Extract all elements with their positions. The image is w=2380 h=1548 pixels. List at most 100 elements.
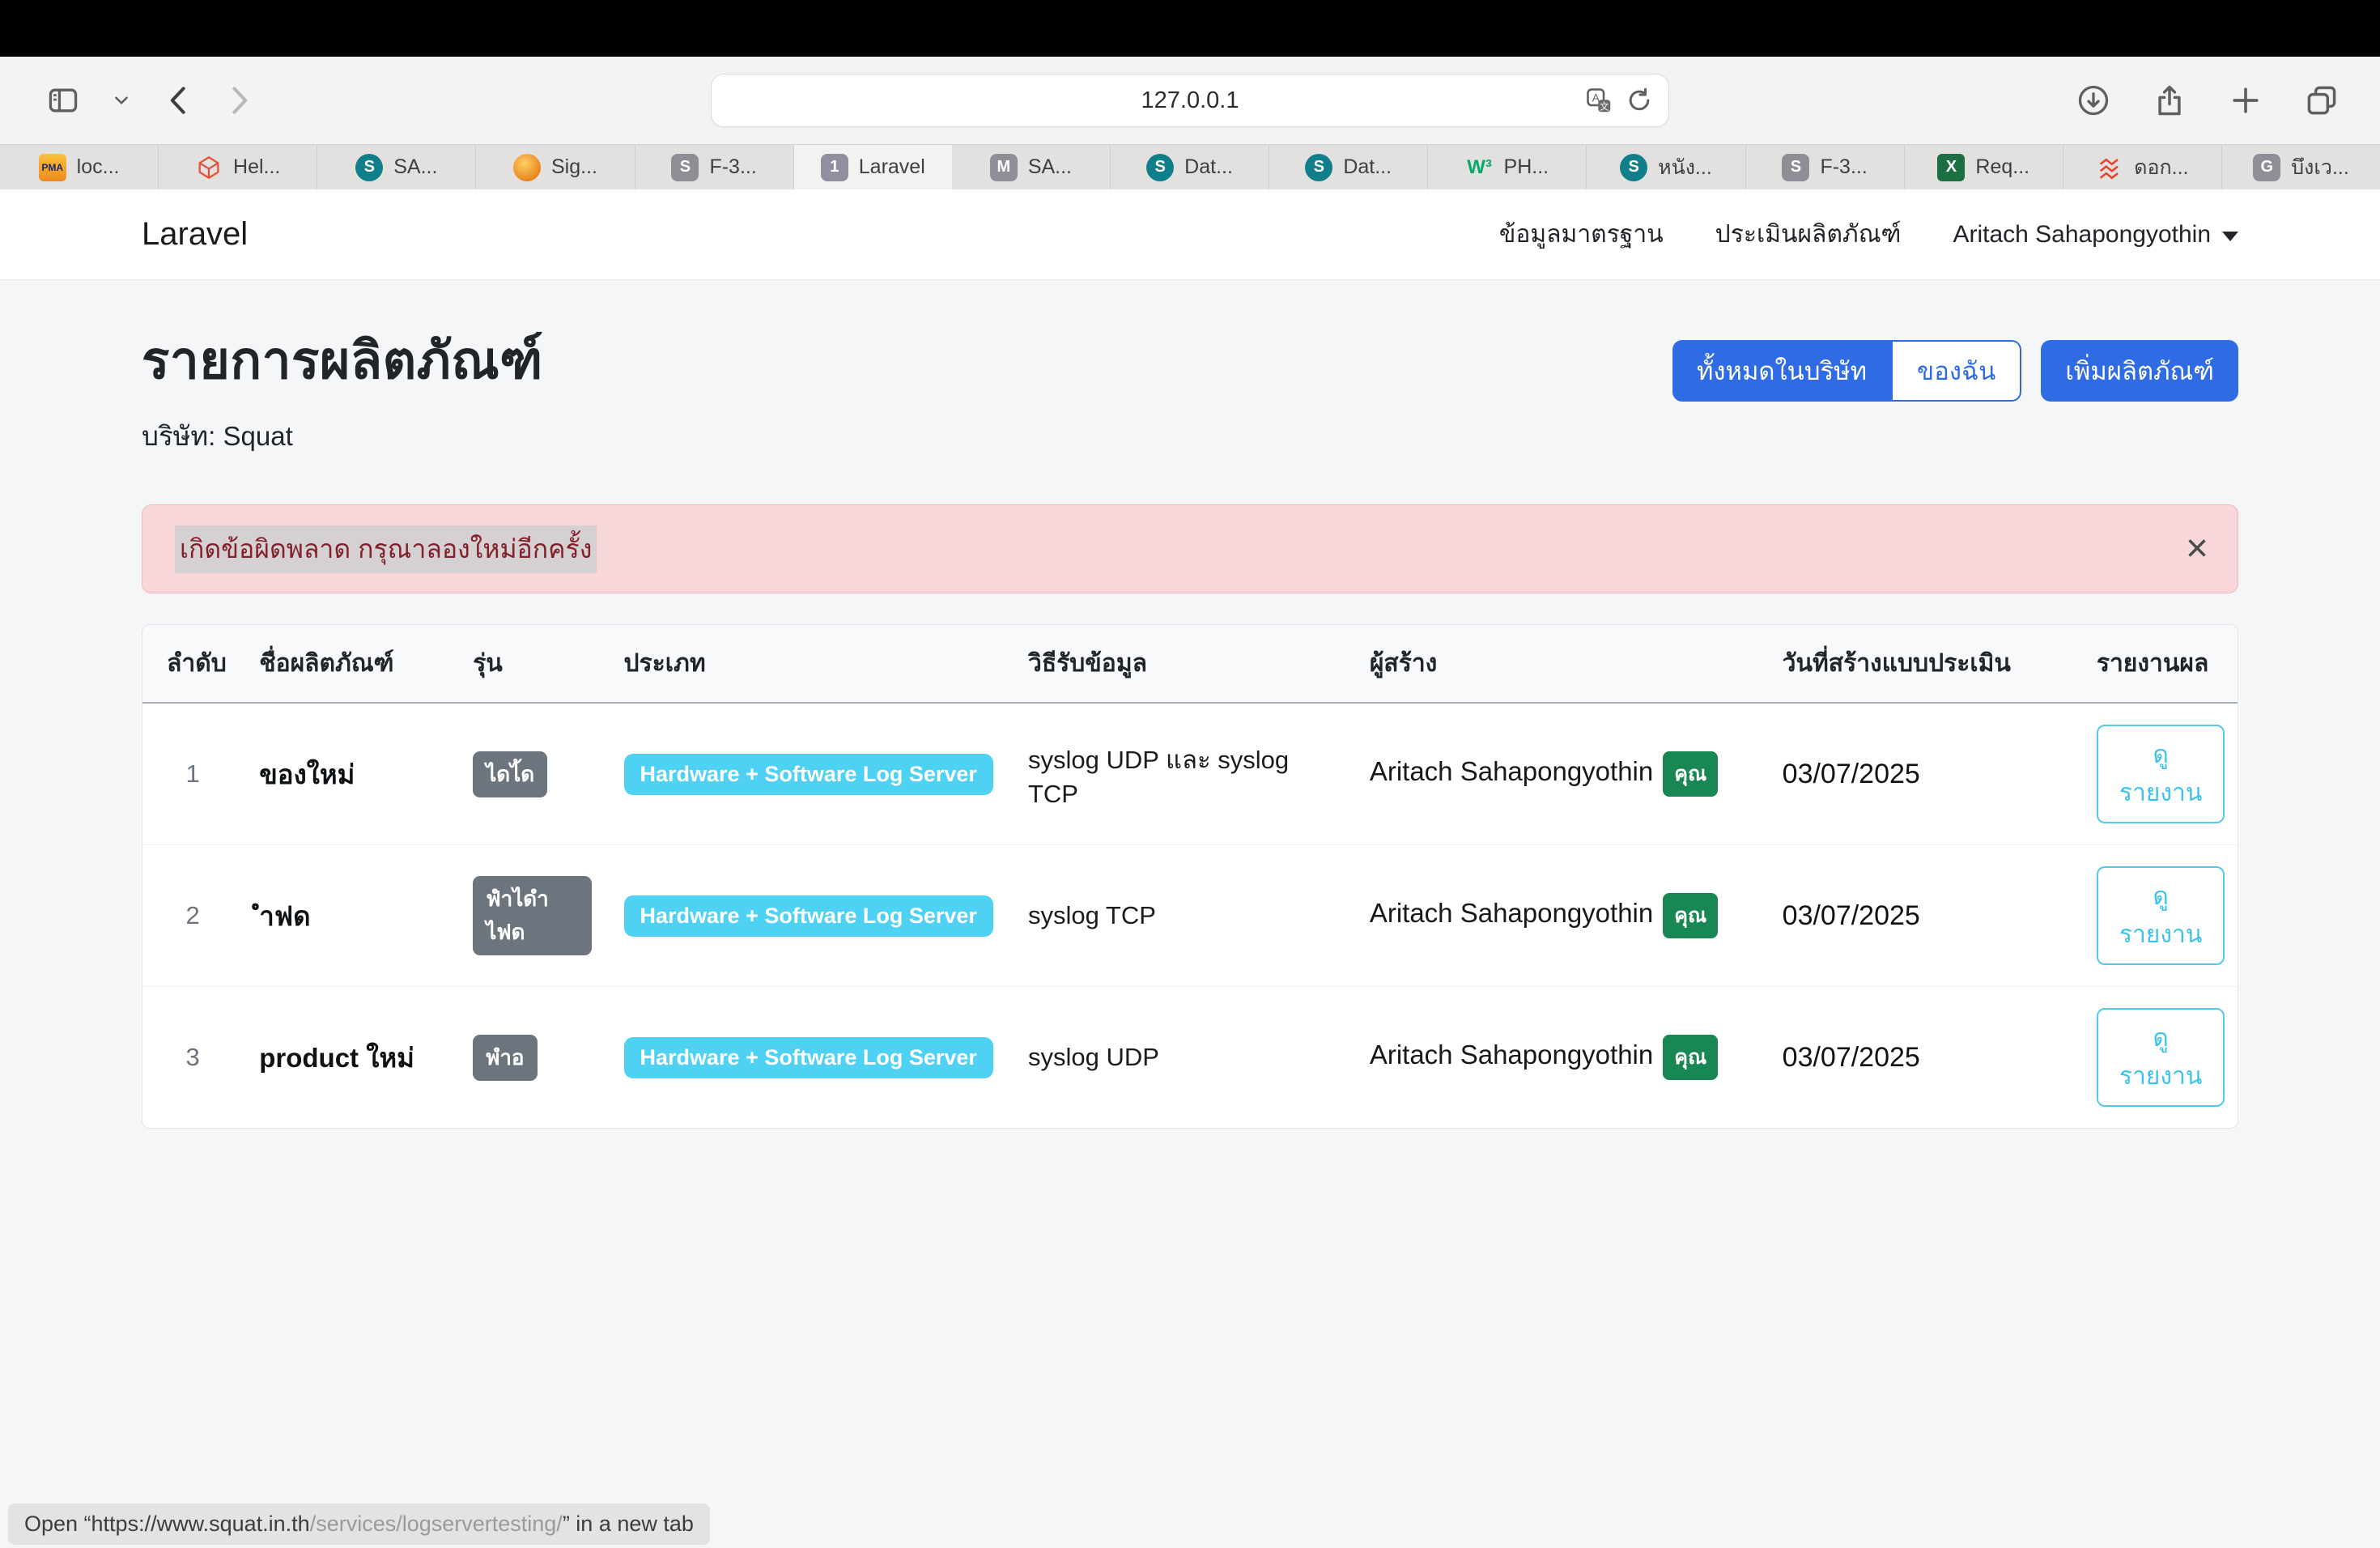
red-outline-favicon bbox=[195, 154, 223, 181]
numbered-favicon: 1 bbox=[821, 154, 848, 181]
eval-date: 03/07/2025 bbox=[1766, 987, 2080, 1129]
type-badge: Hardware + Software Log Server bbox=[624, 754, 993, 795]
gray-s-favicon: S bbox=[671, 154, 699, 181]
row-index: 1 bbox=[142, 703, 243, 845]
page-content: รายการผลิตภัณฑ์ บริษัท: Squat ทั้งหมดในบ… bbox=[0, 280, 2380, 1129]
new-tab-button[interactable] bbox=[2220, 74, 2272, 126]
row-index: 3 bbox=[142, 987, 243, 1129]
header-product-name: ชื่อผลิตภัณฑ์ bbox=[243, 625, 457, 703]
header-model: รุ่น bbox=[457, 625, 607, 703]
download-icon bbox=[2076, 83, 2111, 118]
caret-down-icon bbox=[2222, 232, 2238, 241]
back-button[interactable] bbox=[154, 74, 206, 126]
creator-cell: Aritach Sahapongyothinคุณ bbox=[1354, 845, 1766, 987]
creator-name: Aritach Sahapongyothin bbox=[1370, 756, 1653, 786]
company-label: บริษัท: Squat bbox=[142, 415, 2238, 457]
browser-tab-f3-2[interactable]: S F-3... bbox=[1746, 145, 1905, 189]
creator-cell: Aritach Sahapongyothinคุณ bbox=[1354, 987, 1766, 1129]
data-method: syslog UDP และ syslog TCP bbox=[1012, 703, 1354, 845]
sidebar-menu-chevron[interactable] bbox=[96, 74, 147, 126]
header-actions: ทั้งหมดในบริษัท ของฉัน เพิ่มผลิตภัณฑ์ bbox=[1672, 340, 2238, 402]
browser-tab-laravel-active[interactable]: 1 Laravel bbox=[794, 145, 952, 189]
share-icon bbox=[2152, 83, 2187, 118]
sharepoint-favicon: S bbox=[1620, 154, 1647, 181]
row-index: 2 bbox=[142, 845, 243, 987]
browser-tab-nang[interactable]: S หนัง... bbox=[1587, 145, 1745, 189]
products-table-card: ลำดับ ชื่อผลิตภัณฑ์ รุ่น ประเภท วิธีรับข… bbox=[142, 624, 2238, 1129]
address-bar[interactable]: 127.0.0.1 A 文 bbox=[711, 74, 1669, 127]
toolbar-left-controls bbox=[37, 74, 264, 126]
product-name: ำฟด bbox=[243, 845, 457, 987]
browser-tab-php[interactable]: W³ PH... bbox=[1428, 145, 1587, 189]
creator-name: Aritach Sahapongyothin bbox=[1370, 898, 1653, 928]
back-icon bbox=[162, 83, 198, 118]
close-icon[interactable]: × bbox=[2178, 521, 2216, 576]
table-row: 1 ของใหม่ ไดไ้ด Hardware + Software Log … bbox=[142, 703, 2238, 845]
address-url[interactable]: 127.0.0.1 bbox=[1141, 87, 1239, 114]
data-method: syslog TCP bbox=[1012, 845, 1354, 987]
view-report-button[interactable]: ดูรายงาน bbox=[2097, 866, 2225, 965]
eval-date: 03/07/2025 bbox=[1766, 703, 2080, 845]
type-badge: Hardware + Software Log Server bbox=[624, 895, 993, 937]
browser-tab-sig[interactable]: Sig... bbox=[476, 145, 635, 189]
error-alert: เกิดข้อผิดพลาด กรุณาลองใหม่อีกครั้ง × bbox=[142, 504, 2238, 593]
tab-strip: PMA loc... Hel... S SA... Sig... S F-3..… bbox=[0, 144, 2380, 189]
creator-name: Aritach Sahapongyothin bbox=[1370, 1040, 1653, 1070]
you-badge: คุณ bbox=[1663, 751, 1718, 797]
header-data-method: วิธีรับข้อมูล bbox=[1012, 625, 1354, 703]
nav-item-standard-data[interactable]: ข้อมูลมาตรฐาน bbox=[1499, 215, 1664, 253]
tab-overview-button[interactable] bbox=[2296, 74, 2348, 126]
view-report-button[interactable]: ดูรายงาน bbox=[2097, 725, 2225, 823]
creator-cell: Aritach Sahapongyothin คุณ bbox=[1354, 703, 1766, 845]
model-badge: ฟำไดำไฟด bbox=[473, 876, 591, 955]
browser-tab-sa-m[interactable]: M SA... bbox=[952, 145, 1111, 189]
browser-tab-dok[interactable]: ดอก... bbox=[2063, 145, 2222, 189]
error-alert-message: เกิดข้อผิดพลาด กรุณาลองใหม่อีกครั้ง bbox=[175, 525, 597, 573]
table-row: 2 ำฟด ฟำไดำไฟด Hardware + Software Log S… bbox=[142, 845, 2238, 987]
translate-icon[interactable]: A 文 bbox=[1584, 86, 1613, 115]
gray-s-favicon: S bbox=[1782, 154, 1809, 181]
excel-favicon: X bbox=[1937, 154, 1965, 181]
header-report: รายงานผล bbox=[2080, 625, 2238, 703]
user-name: Aritach Sahapongyothin bbox=[1953, 221, 2211, 249]
user-menu[interactable]: Aritach Sahapongyothin bbox=[1953, 221, 2238, 249]
orange-circle-favicon bbox=[513, 154, 541, 181]
phpmyadmin-favicon: PMA bbox=[39, 154, 66, 181]
browser-tab-localhost[interactable]: PMA loc... bbox=[0, 145, 159, 189]
product-name: ของใหม่ bbox=[243, 703, 457, 845]
filter-button-group: ทั้งหมดในบริษัท ของฉัน bbox=[1672, 340, 2021, 402]
browser-tab-dat1[interactable]: S Dat... bbox=[1111, 145, 1269, 189]
header-type: ประเภท bbox=[608, 625, 1012, 703]
add-product-button[interactable]: เพิ่มผลิตภัณฑ์ bbox=[2041, 340, 2238, 402]
browser-tab-f3[interactable]: S F-3... bbox=[635, 145, 794, 189]
header-creator: ผู้สร้าง bbox=[1354, 625, 1766, 703]
browser-tab-dat2[interactable]: S Dat... bbox=[1269, 145, 1428, 189]
mine-button[interactable]: ของฉัน bbox=[1891, 340, 2021, 402]
status-text-light: /services/logservertesting/ bbox=[310, 1512, 563, 1536]
browser-tab-sa[interactable]: S SA... bbox=[317, 145, 476, 189]
nav-item-evaluate-product[interactable]: ประเมินผลิตภัณฑ์ bbox=[1715, 215, 1902, 253]
sharepoint-favicon: S bbox=[1305, 154, 1332, 181]
forward-button[interactable] bbox=[212, 74, 264, 126]
header-index: ลำดับ bbox=[142, 625, 243, 703]
all-in-company-button[interactable]: ทั้งหมดในบริษัท bbox=[1672, 340, 1891, 402]
red-wave-favicon bbox=[2096, 154, 2123, 181]
browser-tab-helm[interactable]: Hel... bbox=[159, 145, 317, 189]
reload-icon[interactable] bbox=[1625, 86, 1654, 115]
products-table: ลำดับ ชื่อผลิตภัณฑ์ รุ่น ประเภท วิธีรับข… bbox=[142, 625, 2238, 1128]
product-name: product ใหม่ bbox=[243, 987, 457, 1129]
tab-overview-icon bbox=[2304, 83, 2340, 118]
sidebar-toggle-button[interactable] bbox=[37, 74, 89, 126]
browser-tab-req[interactable]: X Req... bbox=[1905, 145, 2063, 189]
type-badge: Hardware + Software Log Server bbox=[624, 1037, 993, 1078]
g-favicon: G bbox=[2253, 154, 2280, 181]
status-text-dark: Open “https://www.squat.in.th bbox=[24, 1512, 310, 1536]
share-button[interactable] bbox=[2144, 74, 2195, 126]
downloads-button[interactable] bbox=[2068, 74, 2119, 126]
model-badge: ไดไ้ด bbox=[473, 751, 547, 797]
brand-laravel[interactable]: Laravel bbox=[142, 216, 248, 253]
browser-tab-bueng[interactable]: G บึงเว... bbox=[2222, 145, 2380, 189]
view-report-button[interactable]: ดูรายงาน bbox=[2097, 1008, 2225, 1107]
m-favicon: M bbox=[990, 154, 1018, 181]
table-header-row: ลำดับ ชื่อผลิตภัณฑ์ รุ่น ประเภท วิธีรับข… bbox=[142, 625, 2238, 703]
